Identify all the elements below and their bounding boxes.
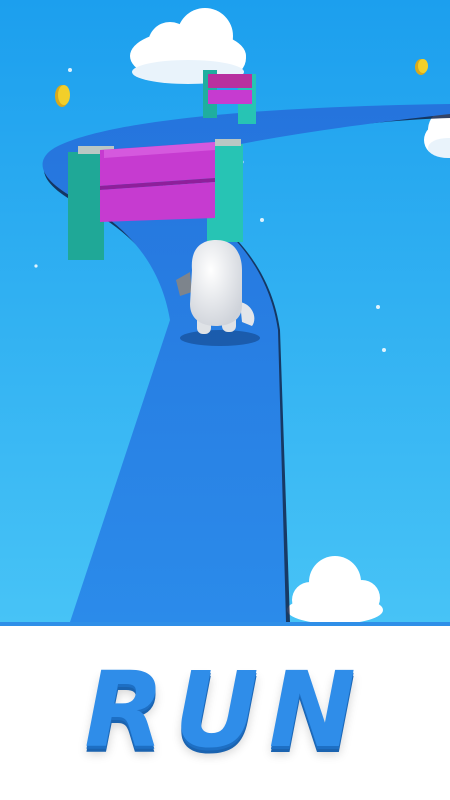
game-canvas[interactable]	[0, 0, 450, 622]
game-scene[interactable]	[0, 0, 450, 622]
run-caption: RUN	[84, 649, 366, 771]
